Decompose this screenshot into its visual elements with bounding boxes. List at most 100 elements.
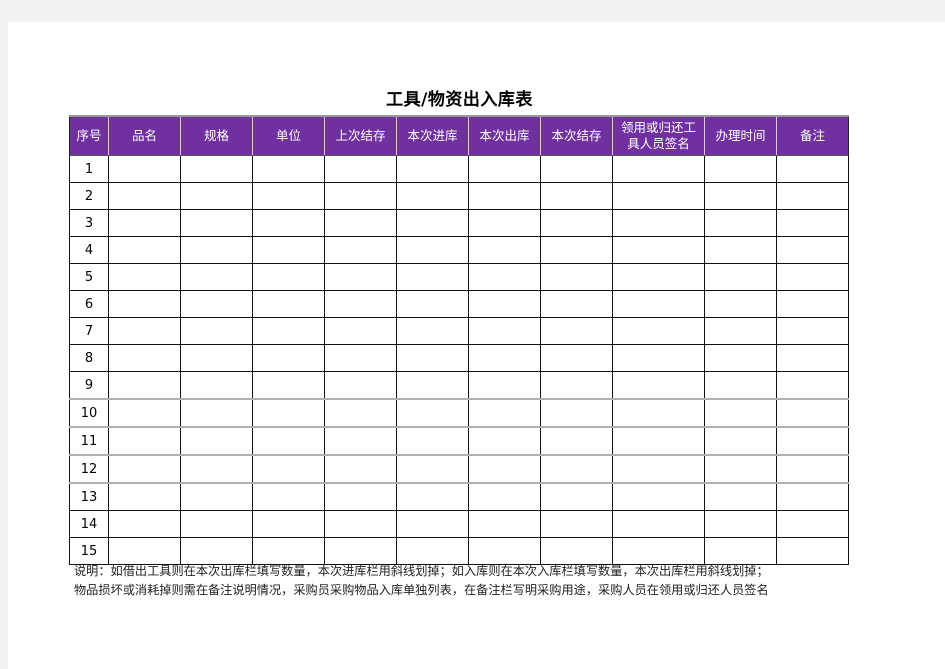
cell-signature[interactable]	[612, 290, 705, 318]
cell-index[interactable]: 7	[69, 317, 109, 345]
cell-stock-in[interactable]	[396, 537, 469, 565]
cell-remarks[interactable]	[776, 426, 849, 456]
cell-index[interactable]: 9	[69, 371, 109, 400]
cell-current-balance[interactable]	[540, 510, 613, 538]
cell-spec[interactable]	[180, 371, 253, 400]
cell-current-balance[interactable]	[540, 290, 613, 318]
cell-item-name[interactable]	[108, 426, 181, 456]
cell-index[interactable]: 3	[69, 209, 109, 237]
cell-handle-time[interactable]	[704, 537, 777, 565]
cell-remarks[interactable]	[776, 317, 849, 345]
cell-stock-in[interactable]	[396, 182, 469, 210]
cell-unit[interactable]	[252, 209, 325, 237]
cell-stock-in[interactable]	[396, 482, 469, 511]
cell-handle-time[interactable]	[704, 155, 777, 183]
cell-stock-out[interactable]	[468, 155, 541, 183]
cell-index[interactable]: 13	[69, 482, 109, 511]
cell-handle-time[interactable]	[704, 344, 777, 372]
header-spec[interactable]: 规格	[180, 115, 253, 156]
cell-unit[interactable]	[252, 290, 325, 318]
cell-stock-in[interactable]	[396, 317, 469, 345]
cell-item-name[interactable]	[108, 482, 181, 511]
cell-unit[interactable]	[252, 454, 325, 484]
cell-stock-out[interactable]	[468, 482, 541, 511]
cell-spec[interactable]	[180, 155, 253, 183]
cell-last-balance[interactable]	[324, 510, 397, 538]
cell-signature[interactable]	[612, 317, 705, 345]
cell-spec[interactable]	[180, 317, 253, 345]
cell-current-balance[interactable]	[540, 537, 613, 565]
cell-stock-out[interactable]	[468, 290, 541, 318]
cell-last-balance[interactable]	[324, 537, 397, 565]
cell-current-balance[interactable]	[540, 236, 613, 264]
cell-last-balance[interactable]	[324, 290, 397, 318]
cell-stock-in[interactable]	[396, 454, 469, 484]
cell-remarks[interactable]	[776, 263, 849, 291]
cell-remarks[interactable]	[776, 537, 849, 565]
cell-current-balance[interactable]	[540, 426, 613, 456]
cell-signature[interactable]	[612, 182, 705, 210]
cell-last-balance[interactable]	[324, 344, 397, 372]
cell-last-balance[interactable]	[324, 263, 397, 291]
header-last-balance[interactable]: 上次结存	[324, 115, 397, 156]
cell-unit[interactable]	[252, 537, 325, 565]
cell-handle-time[interactable]	[704, 398, 777, 428]
cell-remarks[interactable]	[776, 236, 849, 264]
cell-unit[interactable]	[252, 344, 325, 372]
cell-spec[interactable]	[180, 209, 253, 237]
cell-stock-in[interactable]	[396, 263, 469, 291]
cell-item-name[interactable]	[108, 236, 181, 264]
cell-handle-time[interactable]	[704, 263, 777, 291]
cell-index[interactable]: 11	[69, 426, 109, 456]
cell-index[interactable]: 4	[69, 236, 109, 264]
cell-remarks[interactable]	[776, 371, 849, 400]
cell-handle-time[interactable]	[704, 482, 777, 511]
cell-last-balance[interactable]	[324, 236, 397, 264]
cell-stock-in[interactable]	[396, 236, 469, 264]
cell-unit[interactable]	[252, 510, 325, 538]
cell-stock-out[interactable]	[468, 537, 541, 565]
cell-remarks[interactable]	[776, 398, 849, 428]
cell-current-balance[interactable]	[540, 263, 613, 291]
cell-signature[interactable]	[612, 398, 705, 428]
cell-last-balance[interactable]	[324, 209, 397, 237]
cell-current-balance[interactable]	[540, 371, 613, 400]
cell-unit[interactable]	[252, 263, 325, 291]
cell-spec[interactable]	[180, 182, 253, 210]
cell-index[interactable]: 15	[69, 537, 109, 565]
cell-unit[interactable]	[252, 317, 325, 345]
cell-item-name[interactable]	[108, 209, 181, 237]
cell-last-balance[interactable]	[324, 317, 397, 345]
cell-spec[interactable]	[180, 263, 253, 291]
cell-spec[interactable]	[180, 398, 253, 428]
cell-signature[interactable]	[612, 263, 705, 291]
cell-index[interactable]: 14	[69, 510, 109, 538]
cell-item-name[interactable]	[108, 398, 181, 428]
cell-item-name[interactable]	[108, 454, 181, 484]
cell-handle-time[interactable]	[704, 209, 777, 237]
cell-stock-out[interactable]	[468, 454, 541, 484]
cell-unit[interactable]	[252, 371, 325, 400]
cell-unit[interactable]	[252, 482, 325, 511]
cell-current-balance[interactable]	[540, 182, 613, 210]
cell-item-name[interactable]	[108, 182, 181, 210]
cell-stock-out[interactable]	[468, 426, 541, 456]
cell-signature[interactable]	[612, 426, 705, 456]
cell-handle-time[interactable]	[704, 317, 777, 345]
cell-index[interactable]: 1	[69, 155, 109, 183]
header-remarks[interactable]: 备注	[776, 115, 849, 156]
cell-index[interactable]: 12	[69, 454, 109, 484]
cell-last-balance[interactable]	[324, 182, 397, 210]
cell-handle-time[interactable]	[704, 426, 777, 456]
cell-stock-in[interactable]	[396, 344, 469, 372]
cell-signature[interactable]	[612, 510, 705, 538]
cell-item-name[interactable]	[108, 344, 181, 372]
cell-remarks[interactable]	[776, 510, 849, 538]
cell-index[interactable]: 8	[69, 344, 109, 372]
cell-spec[interactable]	[180, 537, 253, 565]
cell-unit[interactable]	[252, 398, 325, 428]
cell-spec[interactable]	[180, 482, 253, 511]
cell-index[interactable]: 2	[69, 182, 109, 210]
cell-stock-in[interactable]	[396, 371, 469, 400]
cell-item-name[interactable]	[108, 371, 181, 400]
